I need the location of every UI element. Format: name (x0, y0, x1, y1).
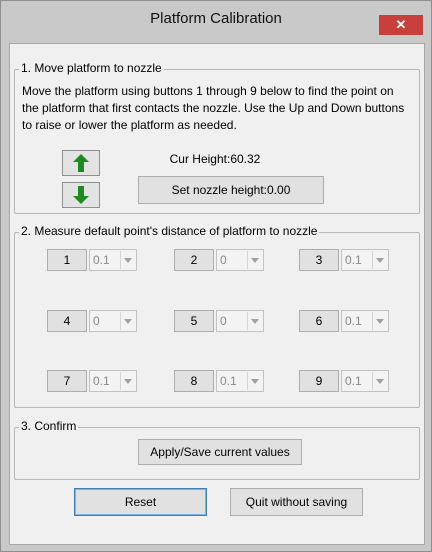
arrow-down-icon (73, 186, 89, 204)
calibration-window: Platform Calibration ✕ 1. Move platform … (0, 0, 432, 552)
raise-platform-button[interactable] (62, 150, 100, 176)
measure-points-group-title: 2. Measure default point's distance of p… (19, 224, 320, 238)
current-height-readout: Cur Height:60.32 (169, 152, 261, 166)
window-title: Platform Calibration (150, 10, 282, 27)
confirm-group-title: 3. Confirm (19, 419, 79, 433)
point-9-button[interactable]: 9 (299, 370, 339, 392)
point-6-offset-select[interactable]: 0.1 (341, 310, 389, 332)
chevron-down-icon[interactable] (372, 251, 387, 269)
point-8-button[interactable]: 8 (174, 370, 214, 392)
point-7-button[interactable]: 7 (47, 370, 87, 392)
chevron-down-icon[interactable] (372, 312, 387, 330)
move-platform-group-title: 1. Move platform to nozzle (19, 61, 164, 75)
chevron-down-icon[interactable] (120, 372, 135, 390)
point-5-offset-value: 0 (220, 314, 227, 328)
chevron-down-icon[interactable] (247, 251, 262, 269)
point-5-offset-select[interactable]: 0 (216, 310, 264, 332)
point-2-offset-select[interactable]: 0 (216, 249, 264, 271)
chevron-down-icon[interactable] (372, 372, 387, 390)
point-3-offset-select[interactable]: 0.1 (341, 249, 389, 271)
point-4-offset-value: 0 (93, 314, 100, 328)
point-9-offset-select[interactable]: 0.1 (341, 370, 389, 392)
point-4-button[interactable]: 4 (47, 310, 87, 332)
chevron-down-icon[interactable] (120, 312, 135, 330)
chevron-down-icon[interactable] (120, 251, 135, 269)
lower-platform-button[interactable] (62, 182, 100, 208)
arrow-up-icon (73, 154, 89, 172)
apply-save-button[interactable]: Apply/Save current values (138, 439, 302, 465)
close-button[interactable]: ✕ (379, 15, 423, 35)
point-8-offset-select[interactable]: 0.1 (216, 370, 264, 392)
measure-points-group: 2. Measure default point's distance of p… (14, 224, 420, 408)
point-1-offset-select[interactable]: 0.1 (89, 249, 137, 271)
instructions-text: Move the platform using buttons 1 throug… (22, 84, 405, 132)
point-2-offset-value: 0 (220, 253, 227, 267)
point-8-offset-value: 0.1 (220, 374, 237, 388)
confirm-group: 3. Confirm Apply/Save current values (14, 419, 420, 480)
point-7-offset-select[interactable]: 0.1 (89, 370, 137, 392)
point-1-button[interactable]: 1 (47, 249, 87, 271)
reset-button[interactable]: Reset (74, 488, 207, 516)
point-2-button[interactable]: 2 (174, 249, 214, 271)
point-6-offset-value: 0.1 (345, 314, 362, 328)
set-nozzle-height-button[interactable]: Set nozzle height:0.00 (138, 176, 324, 204)
point-3-button[interactable]: 3 (299, 249, 339, 271)
dialog-body: 1. Move platform to nozzle Move the plat… (9, 43, 425, 545)
quit-without-saving-button[interactable]: Quit without saving (230, 488, 363, 516)
point-4-offset-select[interactable]: 0 (89, 310, 137, 332)
point-6-button[interactable]: 6 (299, 310, 339, 332)
point-3-offset-value: 0.1 (345, 253, 362, 267)
chevron-down-icon[interactable] (247, 372, 262, 390)
move-platform-group: 1. Move platform to nozzle Move the plat… (14, 61, 420, 214)
chevron-down-icon[interactable] (247, 312, 262, 330)
point-9-offset-value: 0.1 (345, 374, 362, 388)
title-bar[interactable]: Platform Calibration ✕ (1, 1, 431, 37)
point-7-offset-value: 0.1 (93, 374, 110, 388)
point-1-offset-value: 0.1 (93, 253, 110, 267)
point-5-button[interactable]: 5 (174, 310, 214, 332)
